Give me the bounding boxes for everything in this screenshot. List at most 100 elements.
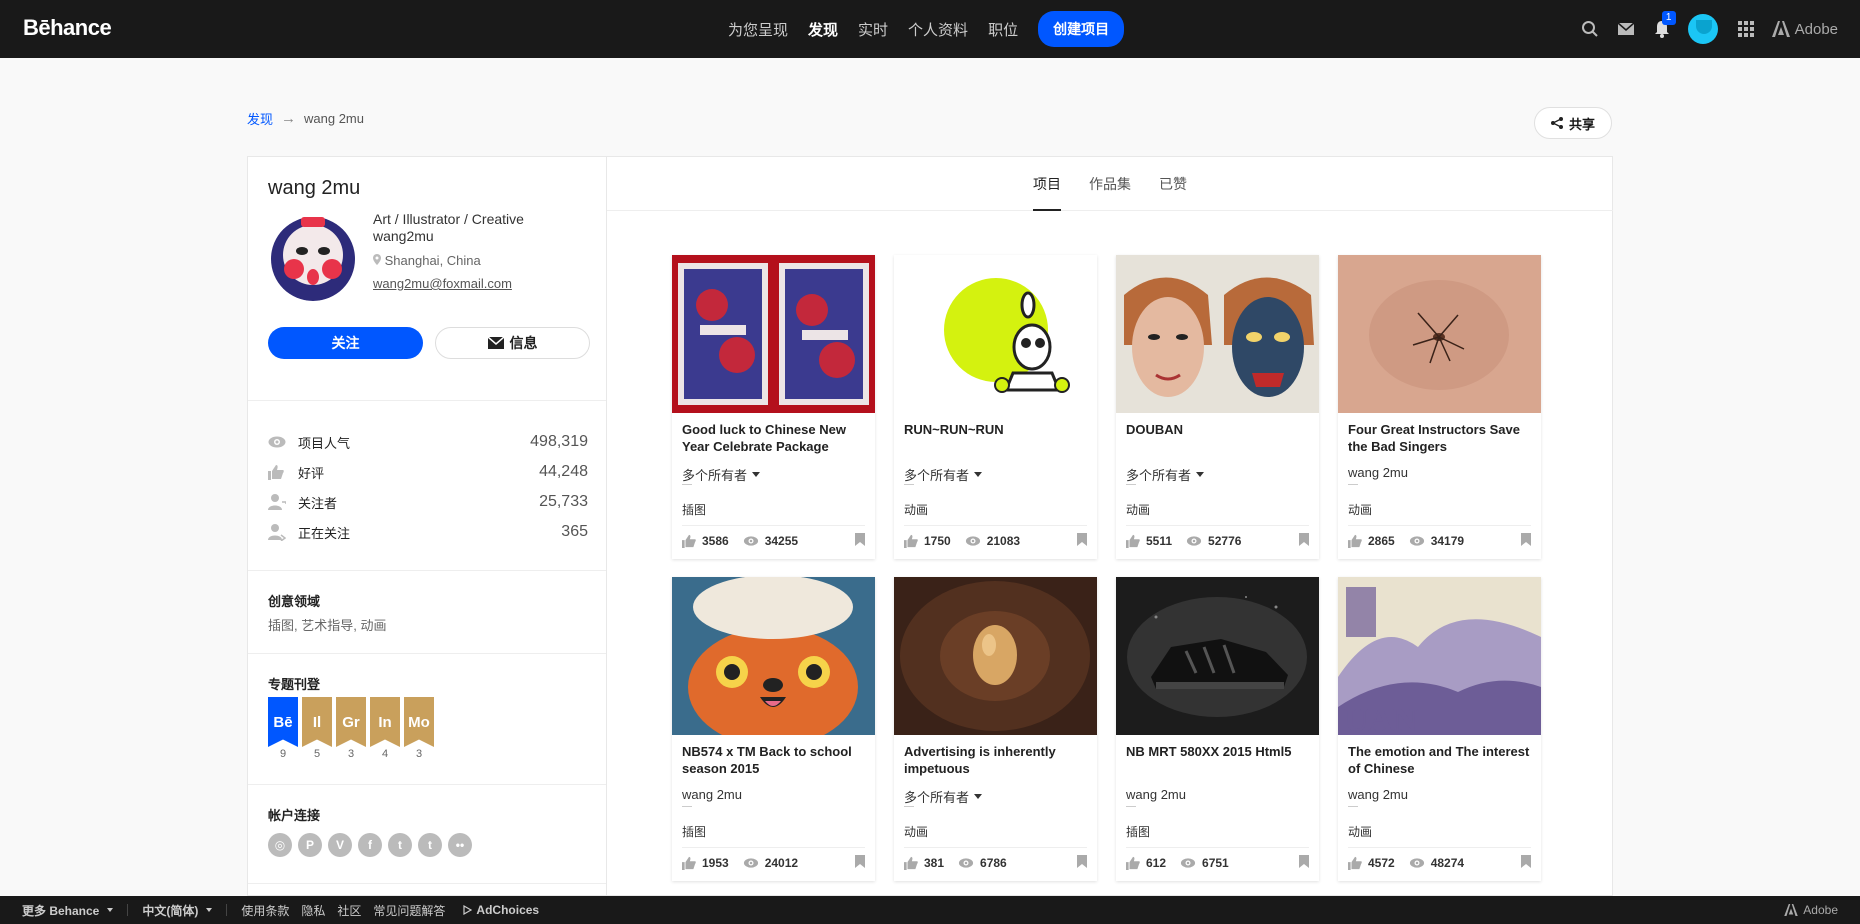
project-thumbnail[interactable] (672, 577, 875, 735)
follow-button[interactable]: 关注 (268, 327, 423, 359)
bookmark-icon[interactable] (1299, 533, 1309, 549)
project-owner[interactable]: wang 2mu (1348, 465, 1408, 480)
more-behance-dropdown[interactable]: 更多 Behance (22, 902, 114, 919)
project-field[interactable]: 插图 (682, 823, 706, 840)
project-thumbnail[interactable] (1116, 577, 1319, 735)
breadcrumb-arrow: → (281, 110, 297, 127)
share-button[interactable]: 共享 (1534, 107, 1612, 139)
project-title[interactable]: NB574 x TM Back to school season 2015 (682, 743, 867, 777)
tab-projects[interactable]: 项目 (1033, 157, 1061, 211)
tab-appreciated[interactable]: 已赞 (1159, 157, 1187, 211)
project-field[interactable]: 动画 (1348, 823, 1372, 840)
nav-profile[interactable]: 个人资料 (908, 19, 968, 40)
profile-email-link[interactable]: wang2mu@foxmail.com (373, 276, 593, 291)
footer-link-faq[interactable]: 常见问题解答 (373, 902, 445, 919)
project-field[interactable]: 动画 (904, 501, 928, 518)
bookmark-icon[interactable] (855, 855, 865, 871)
project-owner[interactable]: wang 2mu (1348, 787, 1408, 802)
project-owner[interactable]: wang 2mu (682, 787, 742, 802)
project-card[interactable]: NB574 x TM Back to school season 2015 wa… (672, 577, 875, 881)
project-title[interactable]: Good luck to Chinese New Year Celebrate … (682, 421, 867, 455)
project-title[interactable]: RUN~RUN~RUN (904, 421, 1089, 438)
bookmark-icon[interactable] (1299, 855, 1309, 871)
search-icon[interactable] (1580, 19, 1600, 39)
project-card[interactable]: UAN The emotion and The interest of Chin… (1338, 577, 1541, 881)
project-card[interactable]: Advertising is inherently impetuous 多个所有… (894, 577, 1097, 881)
project-thumbnail[interactable] (1116, 255, 1319, 413)
nav-live[interactable]: 实时 (858, 19, 888, 40)
project-card[interactable]: RUN~RUN~RUN 多个所有者 动画 1750 21083 (894, 255, 1097, 559)
chevron-down-icon (752, 472, 761, 477)
tab-collections[interactable]: 作品集 (1089, 157, 1131, 211)
flickr-icon[interactable]: •• (448, 833, 472, 857)
thumbs-up-icon (268, 463, 290, 481)
create-project-button[interactable]: 创建项目 (1038, 11, 1125, 47)
nav-for-you[interactable]: 为您呈现 (728, 19, 788, 40)
bookmark-icon[interactable] (1521, 855, 1531, 871)
project-title[interactable]: The emotion and The interest of Chinese (1348, 743, 1533, 777)
project-field[interactable]: 动画 (1348, 501, 1372, 518)
project-thumbnail[interactable]: UAN (1338, 577, 1541, 735)
project-field[interactable]: 动画 (1126, 501, 1150, 518)
project-card[interactable]: DOUBAN 多个所有者 动画 5511 52776 (1116, 255, 1319, 559)
featured-ribbon-graphic[interactable]: Gr 3 (336, 697, 366, 760)
stat-row-appreciations-views: 项目人气 498,319 (268, 427, 588, 457)
featured-ribbon-illustration[interactable]: Il 5 (302, 697, 332, 760)
twitter-icon[interactable]: t (388, 833, 412, 857)
followers-icon (268, 493, 290, 511)
footer-adobe-link[interactable]: Adobe (1784, 903, 1838, 917)
vimeo-icon[interactable]: V (328, 833, 352, 857)
project-title[interactable]: Four Great Instructors Save the Bad Sing… (1348, 421, 1533, 455)
project-owner-dropdown[interactable]: 多个所有者 (682, 465, 761, 484)
project-field[interactable]: 插图 (682, 501, 706, 518)
featured-ribbon-motion[interactable]: Mo 3 (404, 697, 434, 760)
project-title[interactable]: Advertising is inherently impetuous (904, 743, 1089, 777)
footer-link-community[interactable]: 社区 (337, 902, 361, 919)
notification-badge: 1 (1661, 11, 1676, 25)
project-thumbnail[interactable] (1338, 255, 1541, 413)
project-thumbnail[interactable] (672, 255, 875, 413)
behance-logo[interactable]: Bēhance (23, 15, 112, 41)
featured-ribbon-behance[interactable]: Bē 9 (268, 697, 298, 760)
pinterest-icon[interactable]: P (298, 833, 322, 857)
tumblr-icon[interactable]: t (418, 833, 442, 857)
facebook-icon[interactable]: f (358, 833, 382, 857)
adchoices-link[interactable]: AdChoices (463, 903, 539, 917)
footer-link-terms[interactable]: 使用条款 (241, 902, 289, 919)
footer-link-privacy[interactable]: 隐私 (301, 902, 325, 919)
thumbs-up-icon (1126, 856, 1140, 870)
ribbon-count: 3 (347, 748, 355, 760)
language-dropdown[interactable]: 中文(简体) (142, 902, 213, 919)
project-owner-dropdown[interactable]: 多个所有者 (904, 787, 983, 806)
project-field[interactable]: 插图 (1126, 823, 1150, 840)
breadcrumb-discover-link[interactable]: 发现 (247, 109, 273, 128)
project-card[interactable]: Four Great Instructors Save the Bad Sing… (1338, 255, 1541, 559)
adobe-link[interactable]: Adobe (1771, 21, 1838, 38)
bookmark-icon[interactable] (1521, 533, 1531, 549)
nav-jobs[interactable]: 职位 (988, 19, 1018, 40)
project-thumbnail[interactable] (894, 577, 1097, 735)
mail-icon[interactable] (1616, 19, 1636, 39)
user-avatar[interactable] (1687, 14, 1718, 44)
project-thumbnail[interactable] (894, 255, 1097, 413)
project-owner-dropdown[interactable]: 多个所有者 (1126, 465, 1205, 484)
notification-bell-icon[interactable]: 1 (1652, 11, 1676, 39)
project-title[interactable]: NB MRT 580XX 2015 Html5 (1126, 743, 1311, 760)
bookmark-icon[interactable] (1077, 533, 1087, 549)
message-button[interactable]: 信息 (435, 327, 590, 359)
project-card[interactable]: Good luck to Chinese New Year Celebrate … (672, 255, 875, 559)
stat-value: 365 (561, 523, 588, 540)
project-card[interactable]: NB MRT 580XX 2015 Html5 wang 2mu 插图 612 … (1116, 577, 1319, 881)
dribbble-icon[interactable]: ◎ (268, 833, 292, 857)
bookmark-icon[interactable] (1077, 855, 1087, 871)
project-field[interactable]: 动画 (904, 823, 928, 840)
nav-discover[interactable]: 发现 (808, 19, 838, 40)
project-title[interactable]: DOUBAN (1126, 421, 1311, 438)
bookmark-icon[interactable] (855, 533, 865, 549)
project-owner[interactable]: wang 2mu (1126, 787, 1186, 802)
accounts-title: 帐户连接 (268, 808, 321, 823)
featured-ribbon-interaction[interactable]: In 4 (370, 697, 400, 760)
project-owner-dropdown[interactable]: 多个所有者 (904, 465, 983, 484)
divider (1126, 525, 1309, 526)
apps-grid-icon[interactable] (1736, 19, 1756, 39)
